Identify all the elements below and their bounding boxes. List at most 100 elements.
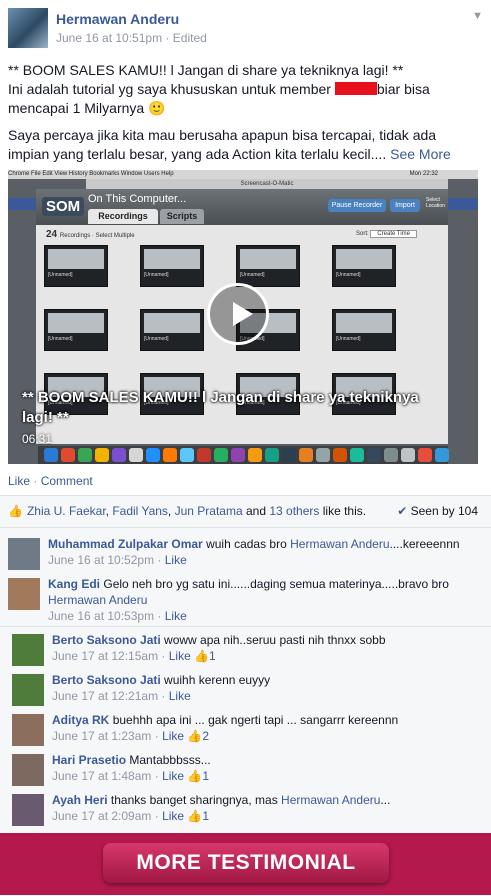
like-link[interactable]: Like xyxy=(8,474,30,488)
smiley-icon: 🙂 xyxy=(148,100,166,116)
commenter-avatar[interactable] xyxy=(12,754,44,786)
comment-content: Berto Saksono Jati woww apa nih..seruu p… xyxy=(52,633,386,663)
comment-like-count[interactable]: 1 xyxy=(209,649,216,663)
recording-thumbnail: [Unnamed] xyxy=(140,245,204,287)
thumbnail-screen xyxy=(144,249,200,269)
comment-content: Berto Saksono Jati wuihh kerenn euyyy Jun… xyxy=(52,673,271,703)
recording-thumbnail: [Unnamed] xyxy=(236,245,300,287)
thumbs-up-icon: 👍 xyxy=(190,649,210,663)
commenter-avatar[interactable] xyxy=(12,634,44,666)
thumbnail-screen xyxy=(48,313,104,333)
dock-app-icon xyxy=(61,448,75,462)
som-logo: SOM xyxy=(42,197,85,216)
post-para-2: Saya percaya jika kita mau berusaha apap… xyxy=(8,127,437,162)
dock-app-icon xyxy=(435,448,449,462)
play-button[interactable] xyxy=(207,283,269,345)
comment-like-count[interactable]: 1 xyxy=(202,769,209,783)
dock-app-icon xyxy=(384,448,398,462)
dock-app-icon xyxy=(299,448,313,462)
commenter-avatar[interactable] xyxy=(12,794,44,826)
app-heading: On This Computer... xyxy=(88,193,187,205)
post-line-1: ** BOOM SALES KAMU!! l Jangan di share y… xyxy=(8,62,404,78)
dock-app-icon xyxy=(197,448,211,462)
recording-count-label: Recordings · Select Multiple xyxy=(59,233,135,239)
seen-by[interactable]: ✔ Seen by 104 xyxy=(397,504,478,518)
recording-thumbnail: [Unnamed] xyxy=(332,309,396,351)
comment-timestamp[interactable]: June 17 at 12:15am xyxy=(52,649,158,663)
comment-mention[interactable]: Hermawan Anderu xyxy=(281,793,380,807)
comment-like-link[interactable]: Like xyxy=(165,609,187,623)
commenter-name[interactable]: Aditya RK xyxy=(52,713,109,727)
commenter-name[interactable]: Muhammad Zulpakar Omar xyxy=(48,537,203,551)
thumbnail-screen xyxy=(336,249,392,269)
video-player[interactable]: Chrome File Edit View History Bookmarks … xyxy=(8,170,478,464)
import-button: Import xyxy=(390,199,420,212)
commenter-name[interactable]: Berto Saksono Jati xyxy=(52,633,161,647)
more-testimonial-button[interactable]: MORE TESTIMONIAL xyxy=(103,843,389,883)
comment-mention[interactable]: Hermawan Anderu xyxy=(48,593,147,607)
commenter-name[interactable]: Kang Edi xyxy=(48,577,100,591)
liker-1[interactable]: Zhia U. Faekar xyxy=(27,504,106,518)
comment-timestamp[interactable]: June 17 at 2:09am xyxy=(52,809,151,823)
comment-like-link[interactable]: Like xyxy=(169,649,191,663)
post-actions: Like · Comment xyxy=(8,474,93,488)
comment-text-end: ....kereeennn xyxy=(389,537,460,551)
commenter-avatar[interactable] xyxy=(12,674,44,706)
video-caption: ** BOOM SALES KAMU!! l Jangan di share y… xyxy=(22,389,419,426)
post-line-2a: Ini adalah tutorial yg saya khususkan un… xyxy=(8,81,335,97)
comment-like-count[interactable]: 2 xyxy=(202,729,209,743)
likes-suffix: like this. xyxy=(322,504,367,518)
recording-thumbnail: [Unnamed] xyxy=(140,309,204,351)
comment-like-count[interactable]: 1 xyxy=(202,809,209,823)
commenter-name[interactable]: Ayah Heri xyxy=(52,793,108,807)
comment-content: Ayah Heri thanks banget sharingnya, mas … xyxy=(52,793,391,823)
commenter-name[interactable]: Berto Saksono Jati xyxy=(52,673,161,687)
post-timestamp[interactable]: June 16 at 10:51pm xyxy=(56,31,162,45)
post-body: ** BOOM SALES KAMU!! l Jangan di share y… xyxy=(8,61,478,172)
liker-2[interactable]: Fadil Yans xyxy=(112,504,168,518)
redaction-box xyxy=(334,82,377,95)
thumbnail-screen xyxy=(48,249,104,269)
thumbnail-screen xyxy=(336,313,392,333)
comment-timestamp[interactable]: June 17 at 1:23am xyxy=(52,729,151,743)
thumbnail-label: [Unnamed] xyxy=(144,272,169,278)
comment-timestamp[interactable]: June 17 at 1:48am xyxy=(52,769,151,783)
thumbs-up-icon: 👍 xyxy=(8,504,23,518)
comment-timestamp[interactable]: June 17 at 12:21am xyxy=(52,689,158,703)
post-paragraph-1: ** BOOM SALES KAMU!! l Jangan di share y… xyxy=(8,61,478,118)
comment-content: Aditya RK buehhh apa ini ... gak ngerti … xyxy=(52,713,399,743)
tab-recordings: Recordings xyxy=(88,209,158,224)
divider xyxy=(0,626,491,627)
dock-app-icon xyxy=(231,448,245,462)
video-duration: 06:31 xyxy=(22,432,53,446)
dock-app-icon xyxy=(316,448,330,462)
comment-like-link[interactable]: Like xyxy=(162,769,184,783)
commenter-avatar[interactable] xyxy=(12,714,44,746)
recording-thumbnail: [Unnamed] xyxy=(44,309,108,351)
commenter-avatar[interactable] xyxy=(8,578,40,610)
comment-like-link[interactable]: Like xyxy=(169,689,191,703)
comment-content: Kang Edi Gelo neh bro yg satu ini......d… xyxy=(48,577,449,623)
comment-text: Gelo neh bro yg satu ini......daging sem… xyxy=(103,577,449,591)
comment-like-link[interactable]: Like xyxy=(165,553,187,567)
dock-app-icon xyxy=(401,448,415,462)
comment-link[interactable]: Comment xyxy=(41,474,93,488)
sort-value: Create Time xyxy=(370,230,418,238)
comment-timestamp[interactable]: June 16 at 10:52pm xyxy=(48,553,154,567)
comment-mention[interactable]: Hermawan Anderu xyxy=(290,537,389,551)
commenter-name[interactable]: Hari Prasetio xyxy=(52,753,126,767)
comment-timestamp[interactable]: June 16 at 10:53pm xyxy=(48,609,154,623)
see-more-link[interactable]: See More xyxy=(390,146,451,162)
comment-like-link[interactable]: Like xyxy=(162,729,184,743)
thumbnail-label: [Unnamed] xyxy=(336,336,361,342)
comment-like-link[interactable]: Like xyxy=(162,809,184,823)
chevron-down-icon[interactable]: ▼ xyxy=(472,10,483,22)
liker-3[interactable]: Jun Pratama xyxy=(175,504,243,518)
commenter-avatar[interactable] xyxy=(8,538,40,570)
recording-count-value: 24 xyxy=(46,229,58,240)
comment-text: Mantabbbsss... xyxy=(129,753,211,767)
post-edited[interactable]: Edited xyxy=(173,31,207,45)
author-avatar[interactable] xyxy=(8,8,48,48)
likers-others[interactable]: 13 others xyxy=(269,504,319,518)
author-name[interactable]: Hermawan Anderu xyxy=(56,11,179,27)
